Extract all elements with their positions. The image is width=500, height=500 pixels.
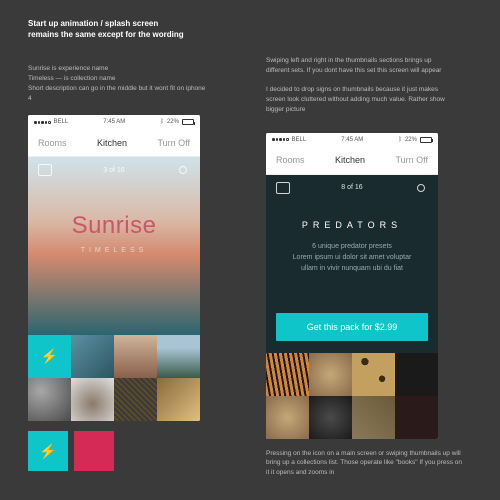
thumbnail[interactable] (71, 335, 114, 378)
hero-sunrise[interactable]: 3 of 16 Sunrise TIMELESS (28, 157, 200, 335)
battery-icon (420, 137, 432, 143)
thumbnail[interactable] (266, 396, 309, 439)
mockup-sunrise: BELL 7:45 AM ᛒ 22% Rooms Kitchen Turn Of… (28, 115, 200, 421)
signal-dots-icon (34, 121, 51, 124)
collections-icon[interactable] (276, 182, 290, 194)
status-bar: BELL 7:45 AM ᛒ 22% (28, 115, 200, 129)
status-bar: BELL 7:45 AM ᛒ 22% (266, 133, 438, 147)
status-time: 7:45 AM (103, 119, 125, 125)
color-swatches: ⚡ (28, 431, 234, 471)
thumbnail[interactable] (395, 353, 438, 396)
hero-predators[interactable]: 8 of 16 PREDATORS 6 unique predator pres… (266, 175, 438, 353)
thumbnail[interactable] (352, 396, 395, 439)
thumbnail[interactable] (71, 378, 114, 421)
sun-icon[interactable] (414, 181, 428, 195)
experience-name: Sunrise (28, 212, 200, 240)
thumbnail[interactable] (114, 378, 157, 421)
pack-description: 6 unique predator presets Lorem ipsum ui… (284, 241, 420, 275)
page-title: Kitchen (97, 138, 127, 148)
top-nav: Rooms Kitchen Turn Off (28, 129, 200, 157)
page-title: Kitchen (335, 155, 365, 165)
lightning-icon: ⚡ (39, 443, 56, 460)
thumbnail[interactable] (309, 396, 352, 439)
counter: 8 of 16 (341, 184, 362, 191)
mockup-predators: BELL 7:45 AM ᛒ 22% Rooms Kitchen Turn Of… (266, 133, 438, 439)
rooms-button[interactable]: Rooms (276, 155, 305, 165)
swatch-red (74, 431, 114, 471)
thumbnail-grid[interactable] (28, 335, 200, 421)
tile-active[interactable] (28, 335, 71, 378)
rooms-button[interactable]: Rooms (38, 138, 67, 148)
turn-off-button[interactable]: Turn Off (395, 155, 428, 165)
bluetooth-icon: ᛒ (160, 119, 164, 125)
notes-bottom: Pressing on the icon on a main screen or… (266, 449, 466, 478)
status-time: 7:45 AM (341, 137, 363, 143)
collections-icon[interactable] (38, 164, 52, 176)
section-title: Start up animation / splash screen remai… (28, 18, 234, 40)
purchase-button[interactable]: Get this pack for $2.99 (276, 313, 428, 341)
thumbnail[interactable] (266, 353, 309, 396)
thumbnail[interactable] (114, 335, 157, 378)
thumbnail[interactable] (309, 353, 352, 396)
top-nav: Rooms Kitchen Turn Off (266, 147, 438, 175)
notes-left: Sunrise is experience name Timeless — is… (28, 64, 208, 103)
thumbnail-grid[interactable] (266, 353, 438, 439)
thumbnail[interactable] (157, 335, 200, 378)
notes-right-top: Swiping left and right in the thumbnails… (266, 56, 446, 115)
thumbnail[interactable] (157, 378, 200, 421)
thumbnail[interactable] (28, 378, 71, 421)
battery-icon (182, 119, 194, 125)
counter: 3 of 16 (103, 167, 124, 174)
thumbnail[interactable] (352, 353, 395, 396)
turn-off-button[interactable]: Turn Off (157, 138, 190, 148)
sun-icon[interactable] (176, 163, 190, 177)
thumbnail[interactable] (395, 396, 438, 439)
signal-dots-icon (272, 138, 289, 141)
swatch-teal: ⚡ (28, 431, 68, 471)
collection-name: TIMELESS (28, 247, 200, 254)
pack-title: PREDATORS (266, 220, 438, 230)
bluetooth-icon: ᛒ (398, 137, 402, 143)
